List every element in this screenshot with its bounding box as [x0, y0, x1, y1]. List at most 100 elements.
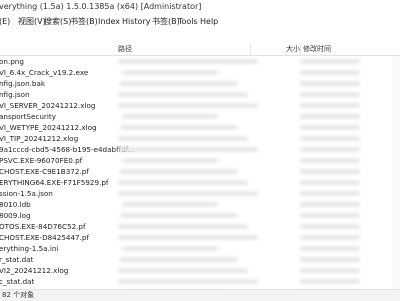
file-name: c_stat.dat: [0, 277, 35, 286]
date-redacted: [300, 92, 360, 97]
file-name: ssion-1.5a.json: [0, 189, 53, 198]
file-row[interactable]: VI_WETYPE_20241212.xlog: [0, 122, 400, 133]
date-redacted: [300, 268, 360, 273]
date-redacted: [300, 224, 360, 229]
date-redacted: [300, 103, 360, 108]
date-redacted: [300, 81, 360, 86]
date-redacted: [300, 158, 360, 163]
menu-bookmarks[interactable]: 书签(B): [70, 14, 98, 29]
path-redacted: [118, 103, 258, 108]
menu-view[interactable]: 视图(V): [18, 14, 46, 29]
path-redacted: [118, 235, 258, 240]
column-path[interactable]: 路径: [118, 43, 132, 55]
date-redacted: [300, 213, 360, 218]
status-bar: 82 个对象: [0, 289, 400, 301]
file-row[interactable]: nfig.json.bak: [0, 78, 400, 89]
file-name: CHOST.EXE-D8425447.pf: [0, 233, 89, 242]
date-redacted: [300, 136, 360, 141]
file-name: CHOST.EXE-C9E1B372.pf: [0, 167, 89, 176]
file-name: nfig.json: [0, 90, 30, 99]
file-row[interactable]: erything-1.5a.ini: [0, 243, 400, 254]
path-redacted: [122, 246, 218, 251]
menu-bookmarks-2[interactable]: 书签(B): [152, 14, 180, 29]
path-redacted: [120, 81, 238, 86]
file-list: on.png VI_6.4x_Crack_v19.2.exe nfig.json.b…: [0, 56, 400, 290]
status-count: 82 个对象: [2, 291, 35, 299]
file-name: VI_SERVER_20241212.xlog: [0, 101, 96, 110]
date-redacted: [300, 114, 360, 119]
file-name: 8010.ldb: [0, 200, 31, 209]
file-row[interactable]: 8010.ldb: [0, 199, 400, 210]
file-row[interactable]: 8009.log: [0, 210, 400, 221]
date-redacted: [300, 235, 360, 240]
column-size[interactable]: 大小: [286, 43, 300, 55]
file-name: 9a1cccd-cbd5-4568-b195-e4dabffdf...: [0, 145, 135, 154]
file-row[interactable]: VI_6.4x_Crack_v19.2.exe: [0, 67, 400, 78]
menu-help[interactable]: Help: [200, 14, 218, 29]
date-redacted: [300, 279, 360, 284]
path-redacted: [118, 92, 248, 97]
date-redacted: [300, 246, 360, 251]
path-redacted: [120, 169, 238, 174]
file-row[interactable]: c_stat.dat: [0, 276, 400, 287]
path-redacted: [120, 257, 238, 262]
path-redacted: [118, 268, 248, 273]
menu-tools[interactable]: Tools: [178, 14, 198, 29]
date-redacted: [300, 202, 360, 207]
file-name: ERYTHING64.EXE-F71F5929.pf: [0, 178, 109, 187]
date-redacted: [300, 169, 360, 174]
file-name: nfig.json.bak: [0, 79, 46, 88]
path-redacted: [122, 158, 218, 163]
path-redacted: [120, 125, 238, 130]
file-row[interactable]: ssion-1.5a.json: [0, 188, 400, 199]
file-name: VI2_20241212.xlog: [0, 266, 69, 275]
path-redacted: [118, 191, 258, 196]
file-name: VI_TIP_20241212.xlog: [0, 134, 79, 143]
path-redacted: [118, 136, 248, 141]
file-row[interactable]: OTOS.EXE-84D76C52.pf: [0, 221, 400, 232]
column-divider[interactable]: [300, 43, 301, 55]
column-modified[interactable]: 修改时间: [303, 43, 331, 55]
menu-search[interactable]: 搜索(S): [44, 14, 71, 29]
file-name: erything-1.5a.ini: [0, 244, 59, 253]
date-redacted: [300, 180, 360, 185]
file-row[interactable]: ERYTHING64.EXE-F71F5929.pf: [0, 177, 400, 188]
file-row[interactable]: VI2_20241212.xlog: [0, 265, 400, 276]
search-bar[interactable]: [0, 29, 400, 44]
menu-bar: (E) 视图(V) 搜索(S) 书签(B) Index History 书签(B…: [0, 14, 400, 29]
file-row[interactable]: 9a1cccd-cbd5-4568-b195-e4dabffdf...: [0, 144, 400, 155]
file-name: VI_WETYPE_20241212.xlog: [0, 123, 97, 132]
date-redacted: [300, 191, 360, 196]
path-redacted: [118, 279, 258, 284]
path-redacted: [118, 180, 248, 185]
path-redacted: [122, 70, 218, 75]
file-row[interactable]: CHOST.EXE-D8425447.pf: [0, 232, 400, 243]
file-row[interactable]: nfig.json: [0, 89, 400, 100]
file-name: VI_6.4x_Crack_v19.2.exe: [0, 68, 89, 77]
vertical-scrollbar[interactable]: [392, 56, 400, 289]
file-name: r_stat.dat: [0, 255, 34, 264]
menu-index[interactable]: Index: [98, 14, 120, 29]
path-redacted: [122, 202, 218, 207]
file-name: OTOS.EXE-84D76C52.pf: [0, 222, 86, 231]
column-header: 路径 大小 修改时间: [0, 43, 400, 56]
file-row[interactable]: PSVC.EXE-96070FE0.pf: [0, 155, 400, 166]
file-row[interactable]: r_stat.dat: [0, 254, 400, 265]
date-redacted: [300, 70, 360, 75]
date-redacted: [300, 147, 360, 152]
file-row[interactable]: on.png: [0, 56, 400, 67]
file-name: PSVC.EXE-96070FE0.pf: [0, 156, 83, 165]
path-redacted: [118, 59, 258, 64]
file-row[interactable]: VI_SERVER_20241212.xlog: [0, 100, 400, 111]
path-redacted: [118, 147, 258, 152]
title-bar: verything (1.5a) 1.5.0.1385a (x64) [Admi…: [0, 0, 400, 14]
path-redacted: [122, 114, 218, 119]
file-row[interactable]: CHOST.EXE-C9E1B372.pf: [0, 166, 400, 177]
date-redacted: [300, 59, 360, 64]
path-redacted: [120, 213, 238, 218]
menu-history[interactable]: History: [122, 14, 150, 29]
file-row[interactable]: VI_TIP_20241212.xlog: [0, 133, 400, 144]
column-divider[interactable]: [250, 43, 251, 55]
menu-edit[interactable]: (E): [0, 14, 10, 29]
file-row[interactable]: ansportSecurity: [0, 111, 400, 122]
